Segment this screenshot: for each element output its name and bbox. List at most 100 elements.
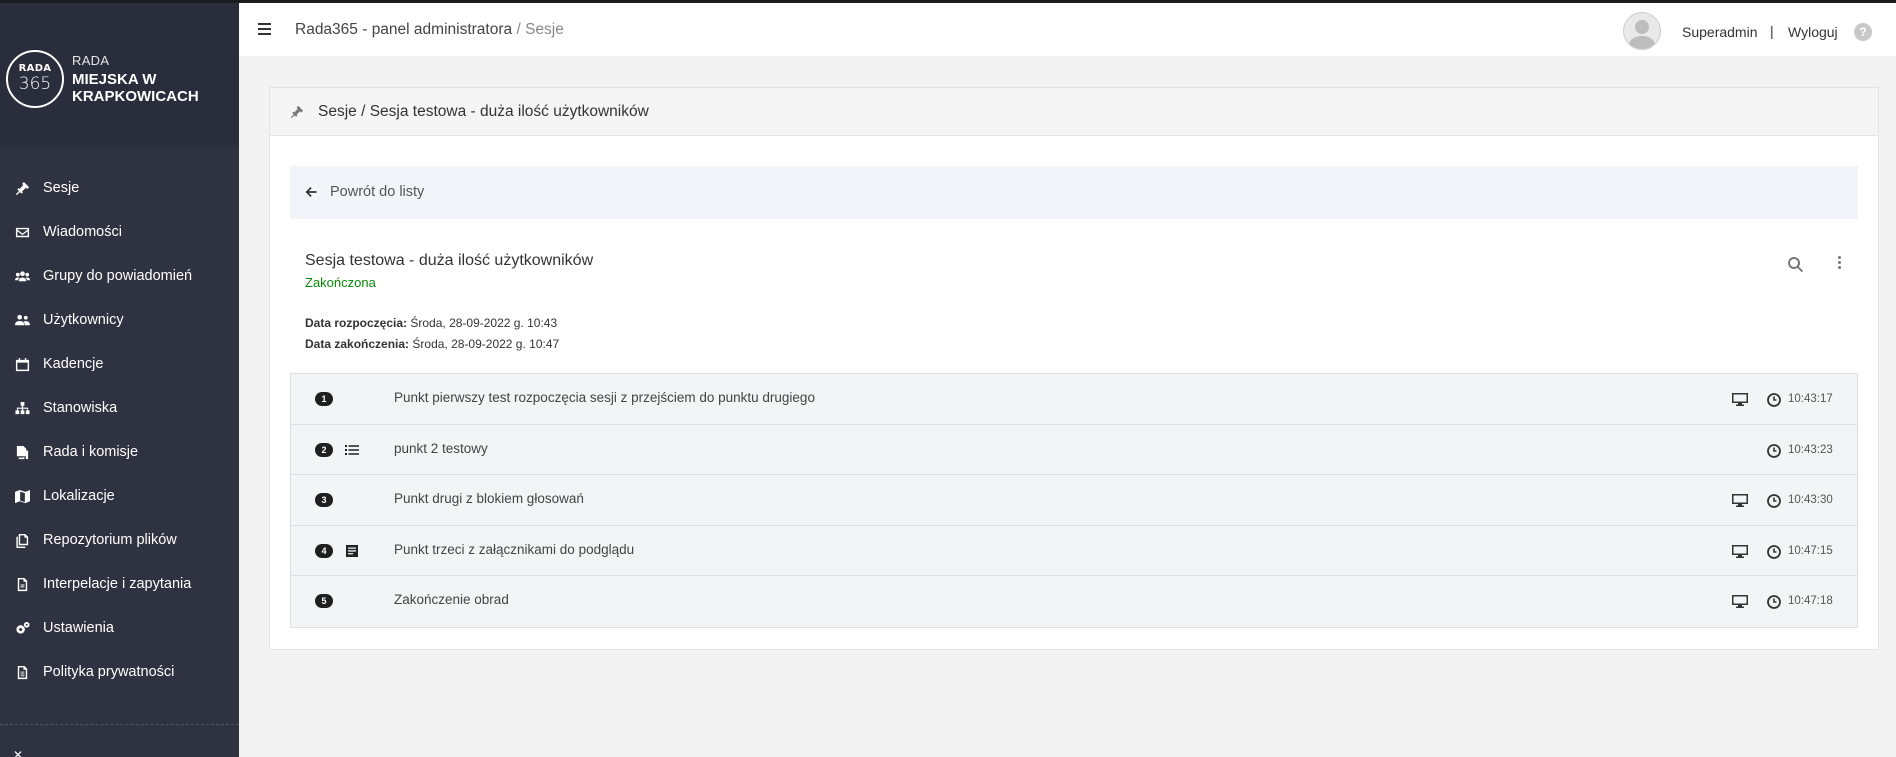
gavel-icon <box>290 105 304 119</box>
card-header: Sesje / Sesja testowa - duża ilość użytk… <box>270 88 1878 136</box>
agenda-item-time: 10:47:18 <box>1788 595 1833 608</box>
agenda-item-number: 1 <box>315 392 333 406</box>
arrow-left-icon <box>305 185 317 197</box>
agenda-item-text: Punkt drugi z blokiem głosowań <box>394 491 584 507</box>
menu-toggle-icon[interactable] <box>258 23 271 35</box>
sidebar-item-label: Ustawienia <box>43 620 114 636</box>
session-end: Data zakończenia: Środa, 28-09-2022 g. 1… <box>305 337 559 351</box>
sidebar-item-label: Wiadomości <box>43 224 122 240</box>
gavel-icon <box>14 180 30 196</box>
breadcrumb: Rada365 - panel administratora / Sesje <box>295 21 564 39</box>
agenda-item-text: punkt 2 testowy <box>394 440 488 456</box>
calendar-icon <box>14 356 30 372</box>
sidebar-item-label: Interpelacje i zapytania <box>43 576 192 592</box>
help-icon[interactable]: ? <box>1854 23 1872 41</box>
sidebar-item-uzytkownicy[interactable]: Użytkownicy <box>0 298 239 342</box>
sidebar-divider <box>0 724 239 725</box>
logout-link[interactable]: Wyloguj <box>1788 24 1838 40</box>
agenda-item[interactable]: 4 Punkt trzeci z załącznikami do podgląd… <box>291 525 1857 577</box>
document-icon <box>14 576 30 592</box>
cogs-icon <box>14 620 30 636</box>
sidebar-item-repozytorium[interactable]: Repozytorium plików <box>0 518 239 562</box>
agenda-item[interactable]: 1 Punkt pierwszy test rozpoczęcia sesji … <box>291 374 1857 425</box>
topbar: Rada365 - panel administratora / Sesje S… <box>239 3 1896 56</box>
agenda-list: 1 Punkt pierwszy test rozpoczęcia sesji … <box>290 373 1858 628</box>
sidebar-item-label: Stanowiska <box>43 400 118 416</box>
agenda-item[interactable]: 3 Punkt drugi z blokiem głosowań 10:43:3… <box>291 475 1857 526</box>
clock-icon <box>1767 595 1781 610</box>
logo[interactable]: RADA 365 RADA MIEJSKA W KRAPKOWICACH <box>0 0 239 147</box>
sidebar-item-label: Lokalizacje <box>43 488 115 504</box>
agenda-item-time: 10:43:30 <box>1788 494 1833 507</box>
sidebar-item-polityka[interactable]: Polityka prywatności <box>0 650 239 694</box>
sidebar-item-label: Sesje <box>43 180 80 196</box>
more-options-icon[interactable] <box>1836 256 1842 272</box>
breadcrumb-app-title[interactable]: Rada365 - panel administratora <box>295 21 512 38</box>
session-end-label: Data zakończenia: <box>305 337 410 351</box>
breadcrumb-current: Sesje <box>525 21 564 38</box>
sidebar-item-label: Kadencje <box>43 356 104 372</box>
breadcrumb-separator: / <box>516 21 521 38</box>
sidebar: RADA 365 RADA MIEJSKA W KRAPKOWICACH Ses… <box>0 0 239 757</box>
collapse-chevron-icon[interactable]: ✕ <box>13 748 23 757</box>
sidebar-item-sesje[interactable]: Sesje <box>0 166 239 210</box>
logo-line2: MIEJSKA W KRAPKOWICACH <box>72 71 199 105</box>
monitor-icon[interactable] <box>1732 393 1748 406</box>
session-end-value: Środa, 28-09-2022 g. 10:47 <box>412 337 560 351</box>
agenda-item-number: 5 <box>315 594 333 609</box>
session-start-label: Data rozpoczęcia: <box>305 316 408 330</box>
files-icon <box>14 532 30 548</box>
sidebar-item-stanowiska[interactable]: Stanowiska <box>0 386 239 430</box>
sidebar-item-lokalizacje[interactable]: Lokalizacje <box>0 474 239 518</box>
agenda-item-text: Punkt trzeci z załącznikami do podglądu <box>394 541 635 557</box>
users-group-icon <box>14 268 30 284</box>
session-status: Zakończona <box>305 275 376 290</box>
sidebar-item-label: Repozytorium plików <box>43 532 177 548</box>
back-to-list-label: Powrót do listy <box>330 184 425 200</box>
user-separator: | <box>1770 23 1774 39</box>
logo-badge: RADA 365 <box>6 50 64 108</box>
sidebar-item-rada[interactable]: Rada i komisje <box>0 430 239 474</box>
session-start-value: Środa, 28-09-2022 g. 10:43 <box>410 316 558 330</box>
card-header-title: Sesje / Sesja testowa - duża ilość użytk… <box>318 103 649 120</box>
search-icon[interactable] <box>1787 256 1804 273</box>
agenda-item-number: 3 <box>315 493 333 508</box>
sidebar-nav: Sesje Wiadomości Grupy do powiadomień Uż… <box>0 166 239 694</box>
sidebar-item-label: Użytkownicy <box>43 312 124 328</box>
sidebar-item-kadencje[interactable]: Kadencje <box>0 342 239 386</box>
sidebar-item-label: Grupy do powiadomień <box>43 268 193 284</box>
agenda-item-number: 4 <box>315 543 333 558</box>
agenda-item-time: 10:43:23 <box>1788 443 1833 456</box>
agenda-item[interactable]: 5 Zakończenie obrad 10:47:18 <box>291 576 1857 627</box>
sidebar-item-label: Rada i komisje <box>43 444 139 460</box>
sitemap-icon <box>14 400 30 416</box>
users-icon <box>14 312 30 328</box>
clock-icon <box>1767 544 1781 559</box>
user-name[interactable]: Superadmin <box>1682 24 1758 40</box>
sidebar-item-interpelacje[interactable]: Interpelacje i zapytania <box>0 562 239 606</box>
sidebar-item-grupy[interactable]: Grupy do powiadomień <box>0 254 239 298</box>
copy-icon <box>14 444 30 460</box>
clock-icon <box>1767 393 1781 407</box>
avatar[interactable] <box>1623 12 1661 50</box>
logo-text: RADA MIEJSKA W KRAPKOWICACH <box>72 53 212 105</box>
agenda-item-text: Punkt pierwszy test rozpoczęcia sesji z … <box>394 390 815 405</box>
logo-line1: RADA <box>72 53 110 68</box>
map-icon <box>14 488 30 504</box>
top-edge-line <box>0 0 1896 3</box>
agenda-item-number: 2 <box>315 442 333 457</box>
clock-icon <box>1767 443 1781 458</box>
logo-badge-bottom: 365 <box>18 74 52 94</box>
monitor-icon[interactable] <box>1732 494 1748 508</box>
monitor-icon[interactable] <box>1732 595 1748 609</box>
clock-icon <box>1767 494 1781 509</box>
sidebar-item-ustawienia[interactable]: Ustawienia <box>0 606 239 650</box>
agenda-item[interactable]: 2 punkt 2 testowy 10:43:23 <box>291 424 1857 476</box>
list-icon <box>345 443 359 457</box>
file-text-icon <box>14 664 30 680</box>
back-to-list-button[interactable]: Powrót do listy <box>290 166 1858 219</box>
session-card: Sesje / Sesja testowa - duża ilość użytk… <box>269 87 1879 650</box>
session-title: Sesja testowa - duża ilość użytkowników <box>305 252 594 269</box>
sidebar-item-wiadomosci[interactable]: Wiadomości <box>0 210 239 254</box>
monitor-icon[interactable] <box>1732 544 1748 558</box>
